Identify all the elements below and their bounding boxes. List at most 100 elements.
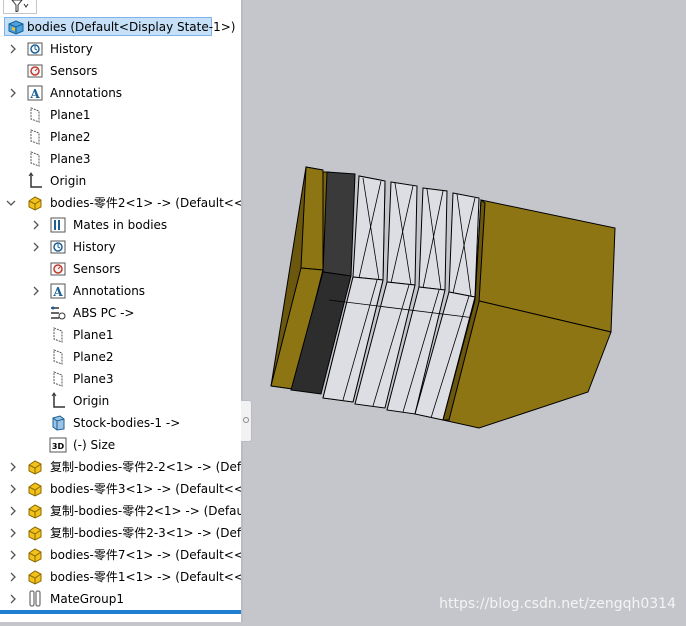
- model-view: [270, 166, 616, 429]
- mategroup-icon: [26, 590, 44, 608]
- tree-item-label: Origin: [73, 394, 110, 408]
- part-icon: [26, 568, 44, 586]
- tree-item-label: Annotations: [50, 86, 123, 100]
- expand-arrow-icon[interactable]: [9, 483, 17, 495]
- part-icon: [26, 480, 44, 498]
- tree-item-label: bodies-零件7<1> -> (Default<<Default>_Disp…: [50, 548, 241, 562]
- tree-item-label: Mates in bodies: [73, 218, 168, 232]
- tree-toolbar: [0, 0, 241, 14]
- panel-bottom-bar: [0, 610, 241, 614]
- tree-item[interactable]: 复制-bodies-零件2<1> -> (Default<<Default>_D…: [0, 500, 241, 522]
- tree-item[interactable]: bodies-零件7<1> -> (Default<<Default>_Disp…: [0, 544, 241, 566]
- tree-item[interactable]: Plane1: [0, 324, 241, 346]
- expand-arrow-icon[interactable]: [32, 285, 40, 297]
- tree-item-label: 复制-bodies-零件2-2<1> -> (Default<<Default>…: [50, 460, 241, 474]
- tree-item-label: Plane1: [50, 108, 91, 122]
- tree-item-label: Plane3: [73, 372, 114, 386]
- expand-arrow-icon[interactable]: [9, 527, 17, 539]
- tree-item-label: Plane2: [73, 350, 114, 364]
- tree-item[interactable]: Mates in bodies: [0, 214, 241, 236]
- plane-icon: [26, 106, 44, 124]
- part-icon: [26, 194, 44, 212]
- tree-item-label: bodies-零件2<1> -> (Default<<Default>_Disp…: [50, 196, 241, 210]
- expand-arrow-icon[interactable]: [9, 461, 17, 473]
- plane-icon: [49, 370, 67, 388]
- expand-arrow-icon[interactable]: [32, 241, 40, 253]
- origin-icon: [26, 172, 44, 190]
- tree-item-label: Annotations: [73, 284, 146, 298]
- model-dark-plate-top: [322, 171, 356, 277]
- annotations-icon: A: [49, 282, 67, 300]
- tree-item-label: 复制-bodies-零件2-3<1> -> (Default<<Default>…: [50, 526, 241, 540]
- part-icon: [26, 524, 44, 542]
- tree-item[interactable]: Sensors: [0, 60, 241, 82]
- svg-text:A: A: [52, 285, 63, 299]
- tree-item-label: Sensors: [50, 64, 98, 78]
- tree-item-label: bodies-零件1<1> -> (Default<<Default>_Disp…: [50, 570, 241, 584]
- stock-body-icon: [49, 414, 67, 432]
- material-icon: [49, 304, 67, 322]
- sensors-icon: [26, 62, 44, 80]
- tree-item-label: Plane1: [73, 328, 114, 342]
- tree-item[interactable]: Sensors: [0, 258, 241, 280]
- sensors-icon: [49, 260, 67, 278]
- tree-item-label: History: [50, 42, 93, 56]
- feature-tree-panel: bodies (Default<Display State-1>) Histor…: [0, 0, 241, 622]
- plane-icon: [26, 150, 44, 168]
- tree-item[interactable]: Origin: [0, 390, 241, 412]
- tree-item[interactable]: A Annotations: [0, 280, 241, 302]
- tree-item[interactable]: History: [0, 236, 241, 258]
- tree-item-label: Stock-bodies-1 ->: [73, 416, 181, 430]
- part-icon: [26, 502, 44, 520]
- tree-item[interactable]: Plane2: [0, 126, 241, 148]
- tree-item[interactable]: Plane1: [0, 104, 241, 126]
- plane-icon: [49, 326, 67, 344]
- expand-arrow-icon[interactable]: [9, 571, 17, 583]
- plane-icon: [26, 128, 44, 146]
- expand-arrow-icon[interactable]: [32, 219, 40, 231]
- tree-item[interactable]: bodies-零件3<1> -> (Default<<Default>_Disp…: [0, 478, 241, 500]
- tree-item[interactable]: A Annotations: [0, 82, 241, 104]
- tree-item-label: (-) Size: [73, 438, 116, 452]
- tree-item[interactable]: Plane3: [0, 368, 241, 390]
- watermark-text: https://blog.csdn.net/zengqh0314: [439, 596, 676, 612]
- tree-item-label: Origin: [50, 174, 87, 188]
- tree-root-label: bodies (Default<Display State-1>): [27, 20, 236, 34]
- tree-item[interactable]: Plane3: [0, 148, 241, 170]
- tree-item-label: History: [73, 240, 116, 254]
- tree-item-label: Plane3: [50, 152, 91, 166]
- tree-item[interactable]: 3D (-) Size: [0, 434, 241, 456]
- expand-arrow-icon[interactable]: [9, 87, 17, 99]
- assembly-icon: [7, 18, 25, 36]
- svg-text:A: A: [29, 87, 40, 101]
- tree-item[interactable]: Origin: [0, 170, 241, 192]
- plane-icon: [49, 348, 67, 366]
- part-icon: [26, 546, 44, 564]
- origin-icon: [49, 392, 67, 410]
- expand-arrow-icon[interactable]: [9, 43, 17, 55]
- tree-item-label: ABS PC ->: [73, 306, 135, 320]
- tree-item-label: Sensors: [73, 262, 121, 276]
- tree-item[interactable]: ABS PC ->: [0, 302, 241, 324]
- graphics-viewport[interactable]: https://blog.csdn.net/zengqh0314: [243, 0, 686, 622]
- tree-item[interactable]: bodies-零件2<1> -> (Default<<Default>_Disp…: [0, 192, 241, 214]
- tree-item[interactable]: History: [0, 38, 241, 60]
- tree-item[interactable]: Stock-bodies-1 ->: [0, 412, 241, 434]
- part-icon: [26, 458, 44, 476]
- expand-arrow-icon[interactable]: [9, 505, 17, 517]
- expand-arrow-icon[interactable]: [9, 593, 17, 605]
- collapse-arrow-icon[interactable]: [6, 197, 16, 209]
- filter-icon: [11, 0, 29, 12]
- tree-item[interactable]: 复制-bodies-零件2-2<1> -> (Default<<Default>…: [0, 456, 241, 478]
- tree-item[interactable]: Plane2: [0, 346, 241, 368]
- tree-item[interactable]: MateGroup1: [0, 588, 241, 610]
- svg-text:3D: 3D: [52, 442, 65, 451]
- history-icon: [26, 40, 44, 58]
- expand-arrow-icon[interactable]: [9, 549, 17, 561]
- annotations-icon: A: [26, 84, 44, 102]
- tree-item[interactable]: bodies-零件1<1> -> (Default<<Default>_Disp…: [0, 566, 241, 588]
- tree-item[interactable]: 复制-bodies-零件2-3<1> -> (Default<<Default>…: [0, 522, 241, 544]
- filter-button[interactable]: [3, 0, 37, 14]
- tree-item-label: Plane2: [50, 130, 91, 144]
- tree-root-assembly[interactable]: bodies (Default<Display State-1>): [0, 16, 241, 38]
